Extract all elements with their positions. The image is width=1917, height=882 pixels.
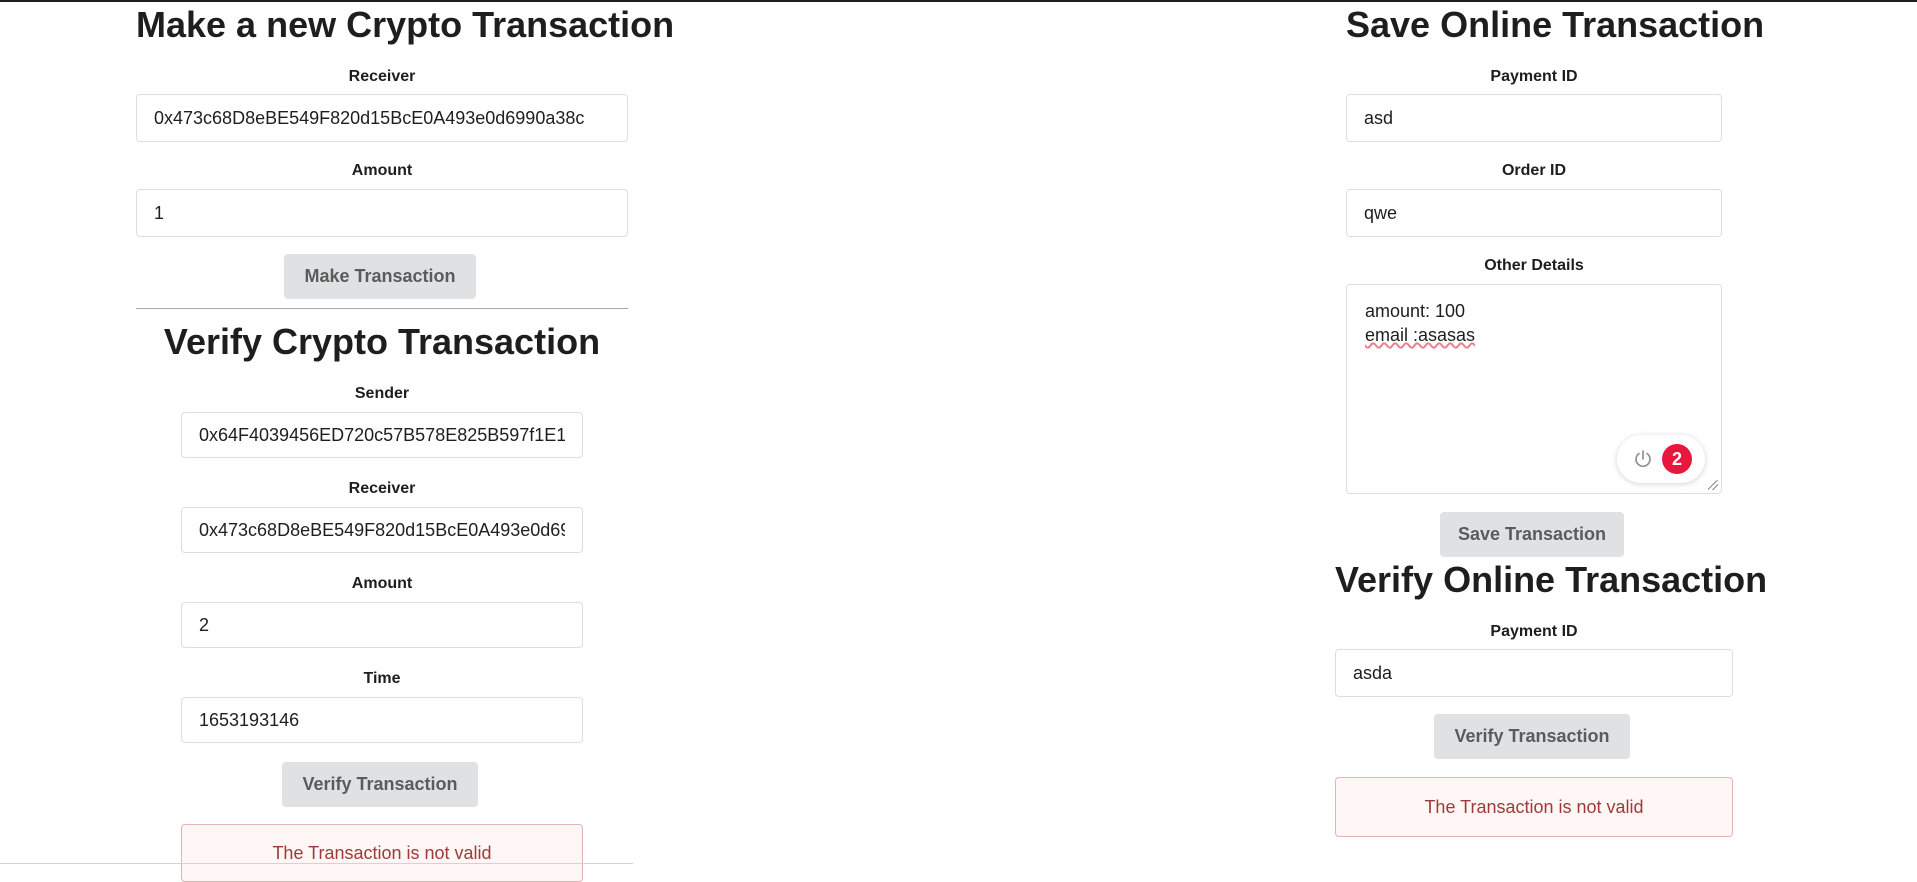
order-id-input[interactable] bbox=[1346, 189, 1722, 237]
order-id-label: Order ID bbox=[1501, 162, 1566, 179]
verify-online-transaction-button[interactable]: Verify Transaction bbox=[1434, 714, 1630, 759]
online-payment-id-input[interactable] bbox=[1335, 649, 1733, 697]
other-details-label: Other Details bbox=[1484, 257, 1584, 274]
verify-receiver-input[interactable] bbox=[181, 507, 583, 553]
verify-amount-input[interactable] bbox=[181, 602, 583, 648]
make-transaction-button[interactable]: Make Transaction bbox=[284, 254, 476, 299]
sender-label: Sender bbox=[354, 385, 410, 402]
issue-count-badge[interactable]: 2 bbox=[1662, 444, 1692, 474]
resize-grip-icon[interactable] bbox=[1708, 480, 1718, 490]
verify-receiver-label: Receiver bbox=[348, 480, 416, 497]
save-transaction-button[interactable]: Save Transaction bbox=[1440, 512, 1624, 557]
payment-id-label: Payment ID bbox=[1490, 68, 1578, 85]
payment-id-input[interactable] bbox=[1346, 94, 1722, 142]
receiver-input[interactable] bbox=[136, 94, 628, 142]
power-icon[interactable] bbox=[1631, 447, 1655, 471]
section-divider bbox=[136, 308, 628, 309]
verify-crypto-title: Verify Crypto Transaction bbox=[163, 321, 601, 362]
amount-input[interactable] bbox=[136, 189, 628, 237]
online-error-message: The Transaction is not valid bbox=[1335, 777, 1733, 837]
online-payment-id-label: Payment ID bbox=[1490, 623, 1578, 640]
verify-amount-label: Amount bbox=[351, 575, 413, 592]
save-online-title: Save Online Transaction bbox=[1346, 4, 1765, 45]
sender-input[interactable] bbox=[181, 412, 583, 458]
other-details-textarea[interactable]: amount: 100 email :asasas 2 bbox=[1346, 284, 1722, 494]
crypto-error-message: The Transaction is not valid bbox=[181, 824, 583, 882]
receiver-label: Receiver bbox=[348, 68, 416, 85]
verify-crypto-transaction-button[interactable]: Verify Transaction bbox=[282, 762, 478, 807]
amount-label: Amount bbox=[351, 162, 413, 179]
other-details-line-flagged: email :asasas bbox=[1365, 325, 1476, 345]
time-label: Time bbox=[363, 670, 401, 687]
grammar-checker-widget[interactable]: 2 bbox=[1617, 435, 1705, 483]
make-crypto-title: Make a new Crypto Transaction bbox=[136, 4, 675, 45]
bottom-border bbox=[0, 863, 633, 864]
verify-online-title: Verify Online Transaction bbox=[1335, 559, 1768, 600]
time-input[interactable] bbox=[181, 697, 583, 743]
other-details-line: amount: 100 bbox=[1365, 301, 1466, 321]
